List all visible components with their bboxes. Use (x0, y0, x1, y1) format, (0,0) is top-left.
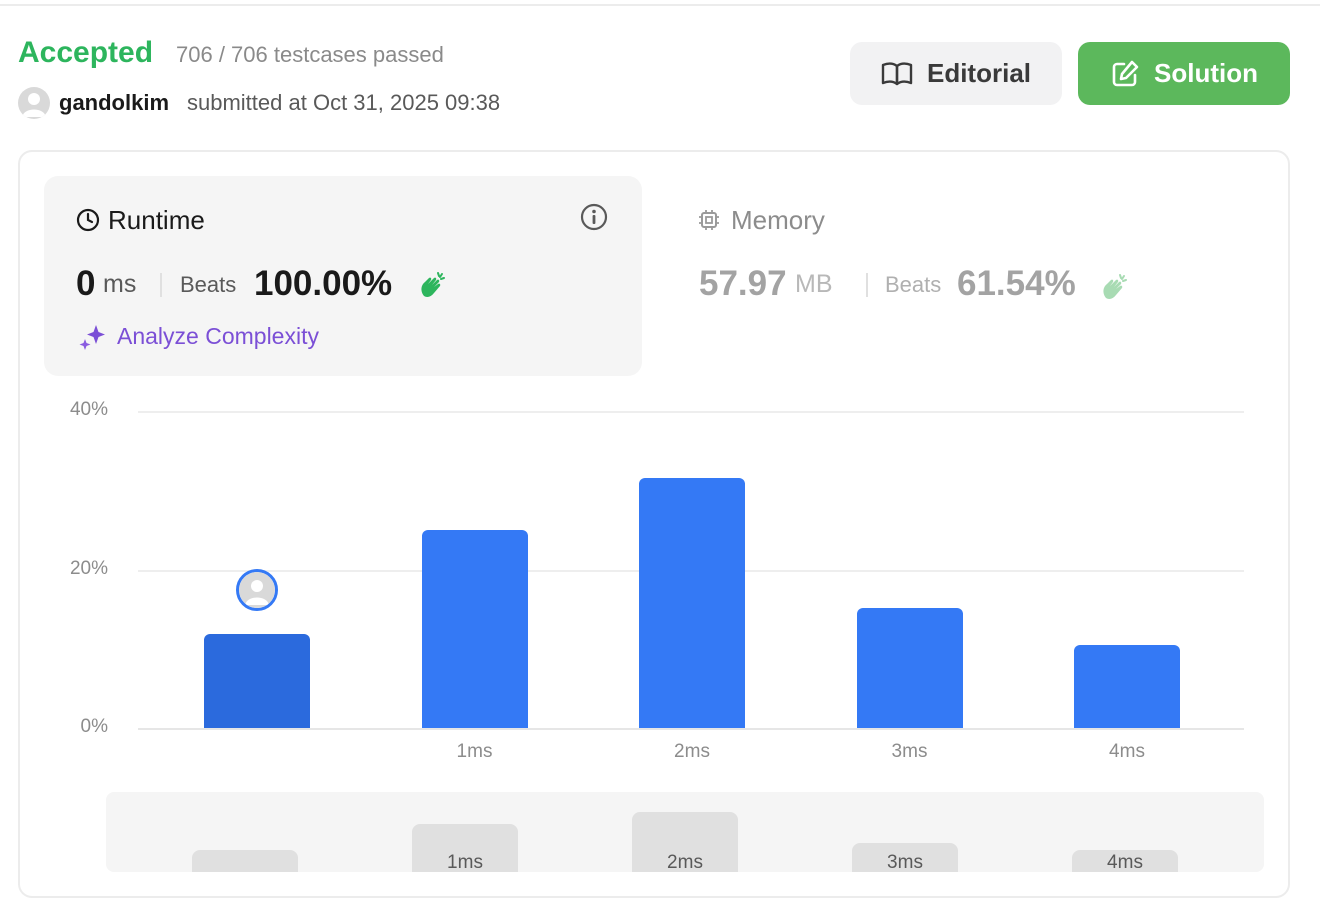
user-avatar[interactable] (18, 87, 50, 119)
clock-icon (76, 208, 100, 232)
book-icon (881, 61, 913, 85)
runtime-title: Runtime (108, 205, 205, 235)
runtime-unit: ms (103, 270, 137, 298)
solution-button[interactable]: Solution (1078, 42, 1290, 105)
clapping-hands-faded-icon (1103, 274, 1127, 299)
y-tick-label: 20% (69, 557, 108, 579)
info-icon[interactable] (580, 203, 608, 231)
memory-unit: MB (795, 270, 833, 298)
analyze-complexity-link[interactable]: Analyze Complexity (117, 323, 319, 350)
chip-icon (699, 210, 719, 230)
chart-bar[interactable] (856, 608, 963, 728)
memory-divider (866, 273, 868, 297)
chart-bar[interactable] (421, 529, 528, 728)
x-tick-label: 1ms (456, 741, 493, 762)
memory-value: 57.97 (699, 264, 787, 303)
memory-beats-percent: 61.54% (957, 264, 1076, 303)
clapping-hands-icon (421, 272, 445, 297)
chart-bar[interactable] (639, 478, 745, 728)
editorial-button[interactable]: Editorial (850, 42, 1062, 105)
runtime-divider (160, 273, 162, 297)
gridline (138, 411, 1244, 413)
avatar-icon (239, 572, 275, 609)
edit-icon (1112, 60, 1139, 86)
top-divider (0, 4, 1320, 6)
submitted-timestamp: submitted at Oct 31, 2025 09:38 (187, 90, 501, 115)
x-tick-label: 3ms (891, 741, 928, 762)
overview-label: 3ms (887, 852, 923, 872)
runtime-beats-percent: 100.00% (254, 264, 393, 303)
memory-title: Memory (731, 205, 825, 235)
x-axis-line (138, 728, 1244, 730)
x-tick-label: 4ms (1109, 741, 1145, 762)
y-tick-label: 0% (80, 716, 108, 737)
runtime-value: 0 (76, 264, 96, 303)
username-link[interactable]: gandolkim (59, 90, 169, 116)
chart-bar[interactable] (1074, 644, 1180, 728)
y-tick-label: 40% (69, 399, 108, 420)
submission-status: Accepted (18, 36, 154, 69)
overview-label: 1ms (447, 852, 483, 872)
solution-label: Solution (1154, 58, 1258, 88)
runtime-beats-label: Beats (180, 272, 237, 297)
chart-bar[interactable] (204, 634, 310, 728)
overview-bar (192, 849, 298, 872)
sparkle-icon (79, 325, 105, 350)
overview-label: 2ms (667, 852, 703, 872)
editorial-label: Editorial (926, 58, 1031, 88)
distribution-overview[interactable]: 1ms 2ms 3ms 4ms (106, 792, 1264, 872)
avatar-icon (22, 93, 46, 117)
memory-beats-label: Beats (885, 272, 942, 297)
overview-label: 4ms (1107, 852, 1143, 872)
x-tick-label: 2ms (674, 741, 710, 762)
testcases-summary: 706 / 706 testcases passed (176, 42, 444, 67)
